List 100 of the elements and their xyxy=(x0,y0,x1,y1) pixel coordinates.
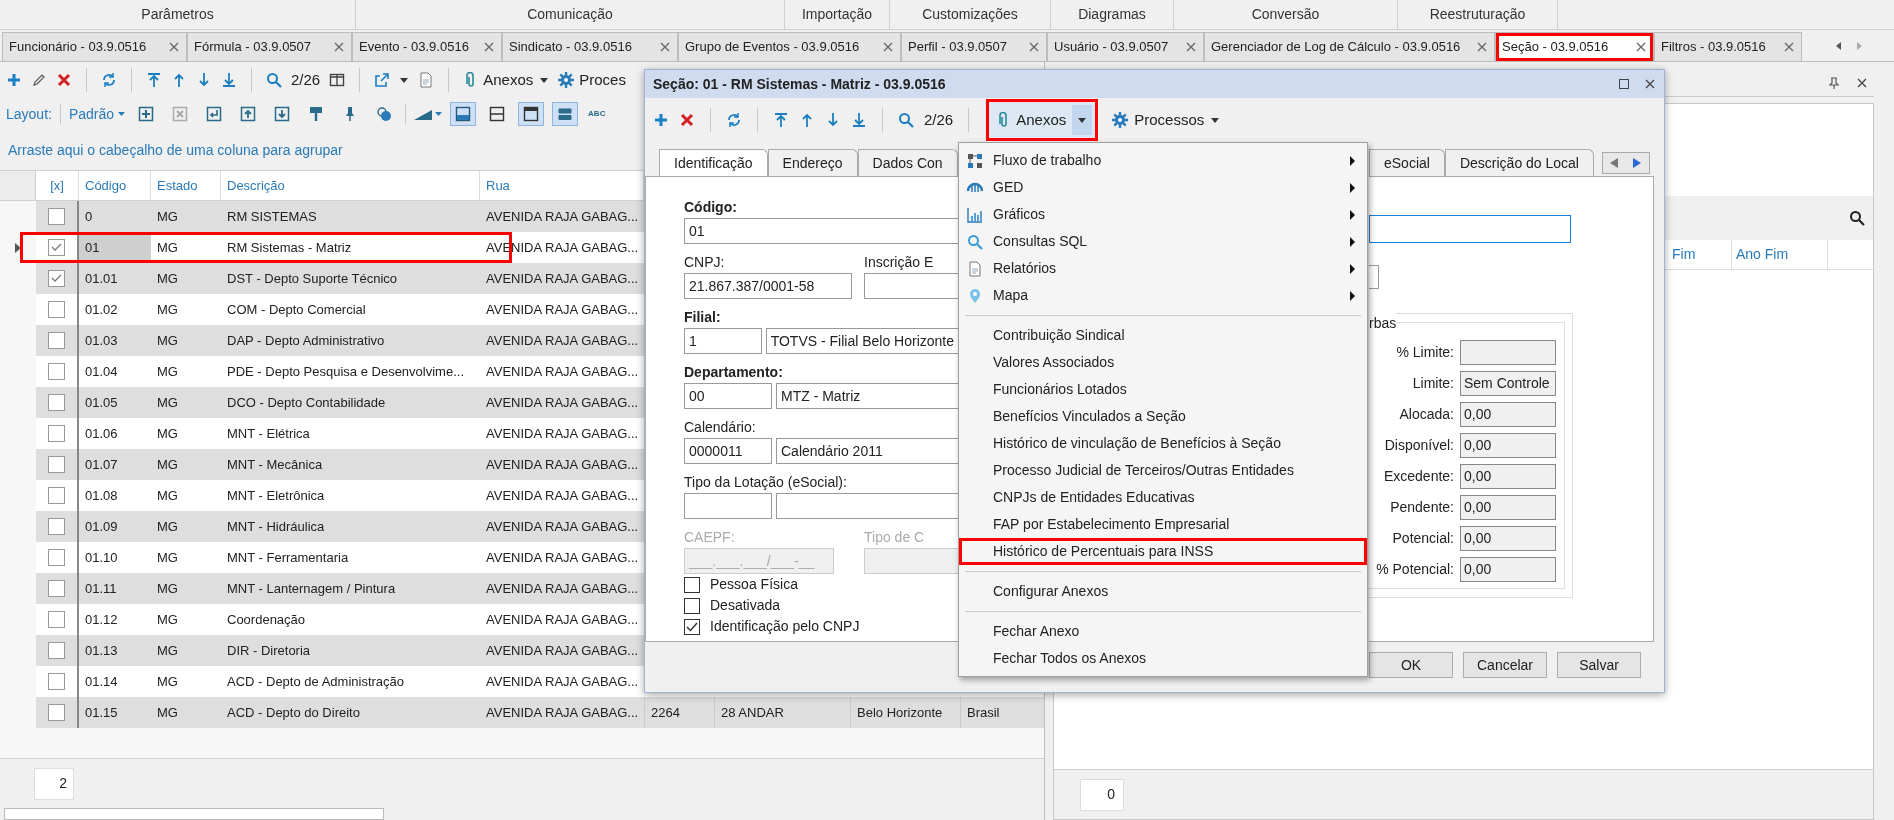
close-icon[interactable] xyxy=(882,41,894,53)
document-tab[interactable]: Fórmula - 03.9.0507 xyxy=(187,32,352,61)
document-tab[interactable]: Funcionário - 03.9.0516 xyxy=(2,32,187,61)
row-checkbox[interactable] xyxy=(48,487,65,504)
document-icon[interactable] xyxy=(418,72,435,88)
menu-item[interactable]: Fechar Todos os Anexos xyxy=(959,645,1367,672)
tab[interactable]: eSocial xyxy=(1369,149,1445,176)
row-checkbox[interactable] xyxy=(48,549,65,566)
search-icon[interactable] xyxy=(1849,210,1865,226)
attachments-button[interactable]: Anexos xyxy=(463,68,550,92)
row-checkbox[interactable] xyxy=(48,673,65,690)
menu-item[interactable]: Histórico de vinculação de Benefícios à Seção xyxy=(959,430,1367,457)
close-icon[interactable] xyxy=(333,41,345,53)
row-checkbox[interactable] xyxy=(48,239,65,256)
export-icon[interactable] xyxy=(374,72,391,88)
row-checkbox[interactable] xyxy=(48,394,65,411)
add-icon[interactable] xyxy=(653,112,669,128)
input-field[interactable] xyxy=(1369,215,1571,243)
checkbox[interactable] xyxy=(684,618,700,635)
menu-item[interactable]: Processo Judicial de Terceiros/Outras Entidades xyxy=(959,457,1367,484)
add-icon[interactable] xyxy=(6,72,22,88)
tab[interactable]: Identificação xyxy=(659,149,768,176)
panel-top-icon[interactable] xyxy=(518,102,545,126)
menu-item[interactable]: Consultas SQL xyxy=(959,228,1367,255)
row-checkbox[interactable] xyxy=(48,704,65,721)
input-field[interactable]: 0000011 xyxy=(684,438,772,464)
input-field[interactable]: Calendário 2011 xyxy=(776,438,959,464)
first-record-icon[interactable] xyxy=(146,72,162,88)
processes-button[interactable]: Proces xyxy=(558,68,626,92)
menu-item[interactable]: Valores Associados xyxy=(959,349,1367,376)
row-checkbox[interactable] xyxy=(48,332,65,349)
menu-item[interactable]: Configurar Anexos xyxy=(959,578,1367,605)
menu-item[interactable]: Fechar Anexo xyxy=(959,618,1367,645)
delete-icon[interactable] xyxy=(56,72,72,88)
pin-icon[interactable] xyxy=(1828,76,1840,89)
close-icon[interactable] xyxy=(1644,78,1656,90)
dialog-button[interactable]: Cancelar xyxy=(1463,652,1547,678)
menu-item[interactable]: Fluxo de trabalho xyxy=(959,147,1367,174)
input-field[interactable] xyxy=(1369,265,1379,289)
down-arrow-icon[interactable] xyxy=(825,112,841,128)
document-tab[interactable]: Sindicato - 03.9.0516 xyxy=(502,32,678,61)
checkbox[interactable] xyxy=(684,576,700,593)
document-tab[interactable]: Gerenciador de Log de Cálculo - 03.9.0516 xyxy=(1204,32,1495,61)
last-record-icon[interactable] xyxy=(221,72,237,88)
last-record-icon[interactable] xyxy=(851,112,867,128)
document-tab[interactable]: Evento - 03.9.0516 xyxy=(352,32,502,61)
close-icon[interactable] xyxy=(168,41,180,53)
menu-item[interactable]: GED xyxy=(959,174,1367,201)
processes-button[interactable]: Processos xyxy=(1112,108,1221,132)
panel-bars-icon[interactable] xyxy=(552,102,579,126)
column-header[interactable]: [x] xyxy=(36,171,79,200)
column-header[interactable]: Ano Fim xyxy=(1732,240,1828,269)
close-icon[interactable] xyxy=(1635,41,1647,53)
row-checkbox[interactable] xyxy=(48,518,65,535)
row-checkbox[interactable] xyxy=(48,425,65,442)
input-field[interactable] xyxy=(684,493,772,519)
menu-item[interactable]: Relatórios xyxy=(959,255,1367,282)
close-icon[interactable] xyxy=(1028,41,1040,53)
input-field[interactable]: TOTVS - Filial Belo Horizonte xyxy=(765,328,959,354)
maximize-icon[interactable] xyxy=(1618,78,1630,90)
row-checkbox[interactable] xyxy=(48,580,65,597)
columns-icon[interactable] xyxy=(329,72,346,88)
column-header[interactable]: Fim xyxy=(1668,240,1732,269)
row-checkbox[interactable] xyxy=(48,611,65,628)
input-field[interactable]: 1 xyxy=(684,328,762,354)
input-field[interactable] xyxy=(776,493,959,519)
spelling-button[interactable]: ABC xyxy=(586,108,608,120)
input-field[interactable]: MTZ - Matriz xyxy=(776,383,959,409)
dropdown-caret-icon[interactable] xyxy=(399,76,410,84)
refresh-icon[interactable] xyxy=(726,112,742,128)
chart-dropdown[interactable] xyxy=(414,108,443,120)
dialog-button[interactable]: OK xyxy=(1369,652,1453,678)
menu-item[interactable]: FAP por Estabelecimento Empresarial xyxy=(959,511,1367,538)
document-tab[interactable]: Perfil - 03.9.0507 xyxy=(901,32,1047,61)
column-header[interactable]: Código xyxy=(79,171,151,200)
document-tab[interactable]: Filtros - 03.9.0516 xyxy=(1654,32,1802,61)
input-field[interactable] xyxy=(864,273,959,299)
attachments-button[interactable]: Anexos xyxy=(986,99,1099,141)
row-checkbox[interactable] xyxy=(48,456,65,473)
tab[interactable]: Endereço xyxy=(767,149,858,176)
menu-item[interactable]: Funcionários Lotados xyxy=(959,376,1367,403)
menu-item[interactable]: Benefícios Vinculados a Seção xyxy=(959,403,1367,430)
column-header[interactable]: Descrição xyxy=(221,171,480,200)
delete-icon[interactable] xyxy=(679,112,695,128)
input-field[interactable]: 00 xyxy=(684,383,772,409)
down-arrow-icon[interactable] xyxy=(196,72,212,88)
tab[interactable]: Descrição do Local xyxy=(1444,149,1594,176)
row-checkbox[interactable] xyxy=(48,642,65,659)
column-header[interactable]: Estado xyxy=(151,171,221,200)
menu-item[interactable]: Contribuição Sindical xyxy=(959,322,1367,349)
scroll-right-icon[interactable] xyxy=(1854,41,1864,51)
menu-item[interactable]: Histórico de Percentuais para INSS xyxy=(959,538,1367,565)
document-tab[interactable]: Usuário - 03.9.0507 xyxy=(1047,32,1204,61)
close-icon[interactable] xyxy=(1476,41,1488,53)
scroll-left-icon[interactable] xyxy=(1834,41,1844,51)
input-field[interactable]: 01 xyxy=(684,218,959,244)
layout-dropdown[interactable]: Padrão xyxy=(68,103,126,125)
row-checkbox[interactable] xyxy=(48,208,65,225)
tab[interactable]: Dados Con xyxy=(857,149,958,176)
row-checkbox[interactable] xyxy=(48,301,65,318)
